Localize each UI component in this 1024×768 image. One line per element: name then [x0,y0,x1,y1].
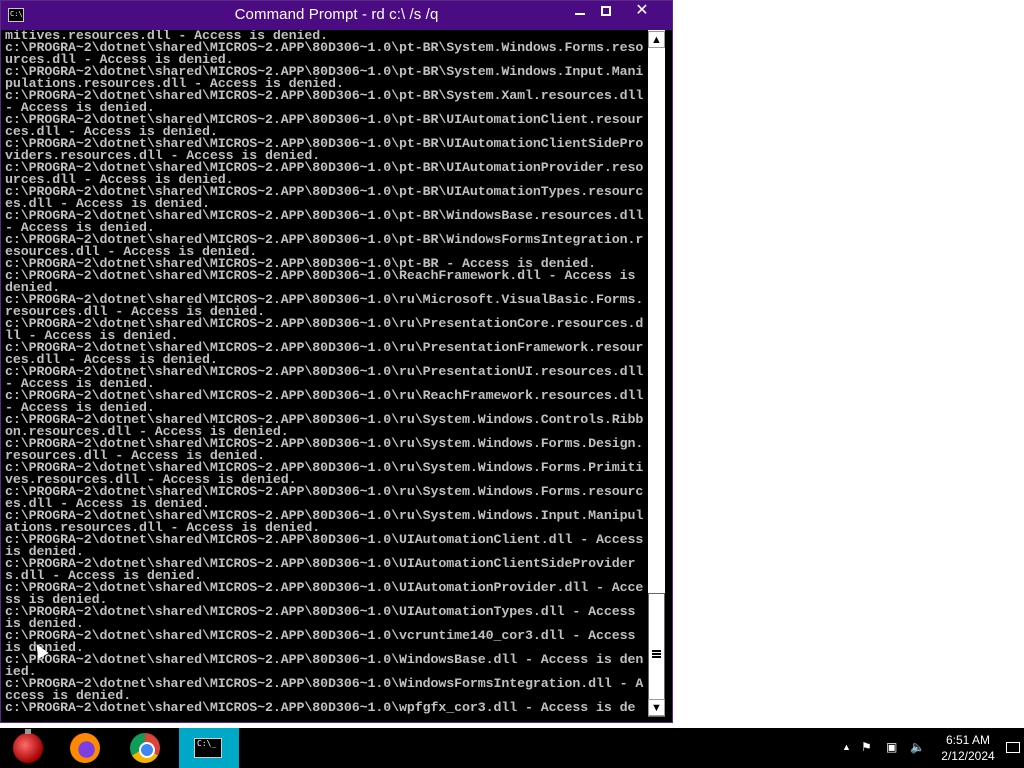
console-line: c:\PROGRA~2\dotnet\shared\MICROS~2.APP\8… [5,316,644,343]
console-line: c:\PROGRA~2\dotnet\shared\MICROS~2.APP\8… [5,232,644,259]
close-icon: ✕ [635,2,649,19]
console-line: c:\PROGRA~2\dotnet\shared\MICROS~2.APP\8… [5,484,644,511]
close-button[interactable]: ✕ [618,1,666,23]
console-line: c:\PROGRA~2\dotnet\shared\MICROS~2.APP\8… [5,388,644,415]
console-line: c:\PROGRA~2\dotnet\shared\MICROS~2.APP\8… [5,364,644,391]
console-line: c:\PROGRA~2\dotnet\shared\MICROS~2.APP\8… [5,556,636,583]
console-line: c:\PROGRA~2\dotnet\shared\MICROS~2.APP\8… [5,160,644,187]
console-output[interactable]: mitives.resources.dll - Access is denied… [5,30,648,717]
console-line: c:\PROGRA~2\dotnet\shared\MICROS~2.APP\8… [5,628,644,655]
console-text: mitives.resources.dll - Access is denied… [5,30,648,714]
minimize-icon [575,13,585,15]
command-prompt-icon: C:\_ [194,738,222,758]
action-center-flag-icon[interactable]: ⚑ [861,740,872,754]
title-bar[interactable]: C:\_ Command Prompt - rd c:\ /s /q ✕ [1,1,672,30]
clock-time: 6:51 AM [945,733,991,747]
console-line: c:\PROGRA~2\dotnet\shared\MICROS~2.APP\8… [5,112,644,139]
taskbar-app-chrome[interactable] [117,728,177,768]
taskbar: C:\_ ▲ ⚑ ▣ 🔈 6:51 AM 2/12/2024 [0,728,1024,768]
maximize-icon [601,6,611,16]
scroll-down-button[interactable]: ▼ [648,699,665,716]
firefox-icon [70,733,100,763]
console-line: c:\PROGRA~2\dotnet\shared\MICROS~2.APP\8… [5,700,636,715]
scroll-up-button[interactable]: ▲ [648,31,665,48]
taskbar-app-firefox[interactable] [57,728,117,768]
taskbar-app-command-prompt[interactable]: C:\_ [179,728,239,768]
console-line: c:\PROGRA~2\dotnet\shared\MICROS~2.APP\8… [5,436,644,463]
console-line: c:\PROGRA~2\dotnet\shared\MICROS~2.APP\8… [5,64,644,91]
console-line: c:\PROGRA~2\dotnet\shared\MICROS~2.APP\8… [5,580,644,607]
notifications-icon[interactable] [1006,742,1020,753]
clock-date: 2/12/2024 [941,749,995,763]
command-prompt-window[interactable]: C:\_ Command Prompt - rd c:\ /s /q ✕ mit… [0,0,673,723]
console-line: c:\PROGRA~2\dotnet\shared\MICROS~2.APP\8… [5,412,644,439]
ornament-icon [13,729,43,763]
console-line: c:\PROGRA~2\dotnet\shared\MICROS~2.APP\8… [5,88,644,115]
console-line: c:\PROGRA~2\dotnet\shared\MICROS~2.APP\8… [5,208,644,235]
console-line: c:\PROGRA~2\dotnet\shared\MICROS~2.APP\8… [5,508,644,535]
console-line: c:\PROGRA~2\dotnet\shared\MICROS~2.APP\8… [5,292,644,319]
system-tray: ▲ ⚑ ▣ 🔈 6:51 AM 2/12/2024 [824,728,1024,768]
console-line: c:\PROGRA~2\dotnet\shared\MICROS~2.APP\8… [5,652,644,679]
console-line: c:\PROGRA~2\dotnet\shared\MICROS~2.APP\8… [5,184,644,211]
console-line: c:\PROGRA~2\dotnet\shared\MICROS~2.APP\8… [5,340,644,367]
vertical-scrollbar[interactable]: ▲ ▼ [648,30,665,717]
clock[interactable]: 6:51 AM 2/12/2024 [938,732,998,764]
scroll-track[interactable] [648,48,665,717]
show-hidden-icons-icon[interactable]: ▲ [842,742,851,752]
console-line: c:\PROGRA~2\dotnet\shared\MICROS~2.APP\8… [5,604,644,631]
taskbar-app-ornament[interactable] [0,728,60,768]
console-line: c:\PROGRA~2\dotnet\shared\MICROS~2.APP\8… [5,40,644,67]
chrome-icon [130,733,160,763]
console-line: c:\PROGRA~2\dotnet\shared\MICROS~2.APP\8… [5,532,644,559]
network-icon[interactable]: ▣ [886,740,897,754]
console-line: c:\PROGRA~2\dotnet\shared\MICROS~2.APP\8… [5,136,644,163]
grip-icon [652,650,661,658]
console-line: c:\PROGRA~2\dotnet\shared\MICROS~2.APP\8… [5,460,644,487]
console-line: c:\PROGRA~2\dotnet\shared\MICROS~2.APP\8… [5,676,644,703]
volume-muted-icon[interactable]: 🔈 [910,740,925,754]
console-line: c:\PROGRA~2\dotnet\shared\MICROS~2.APP\8… [5,268,644,295]
